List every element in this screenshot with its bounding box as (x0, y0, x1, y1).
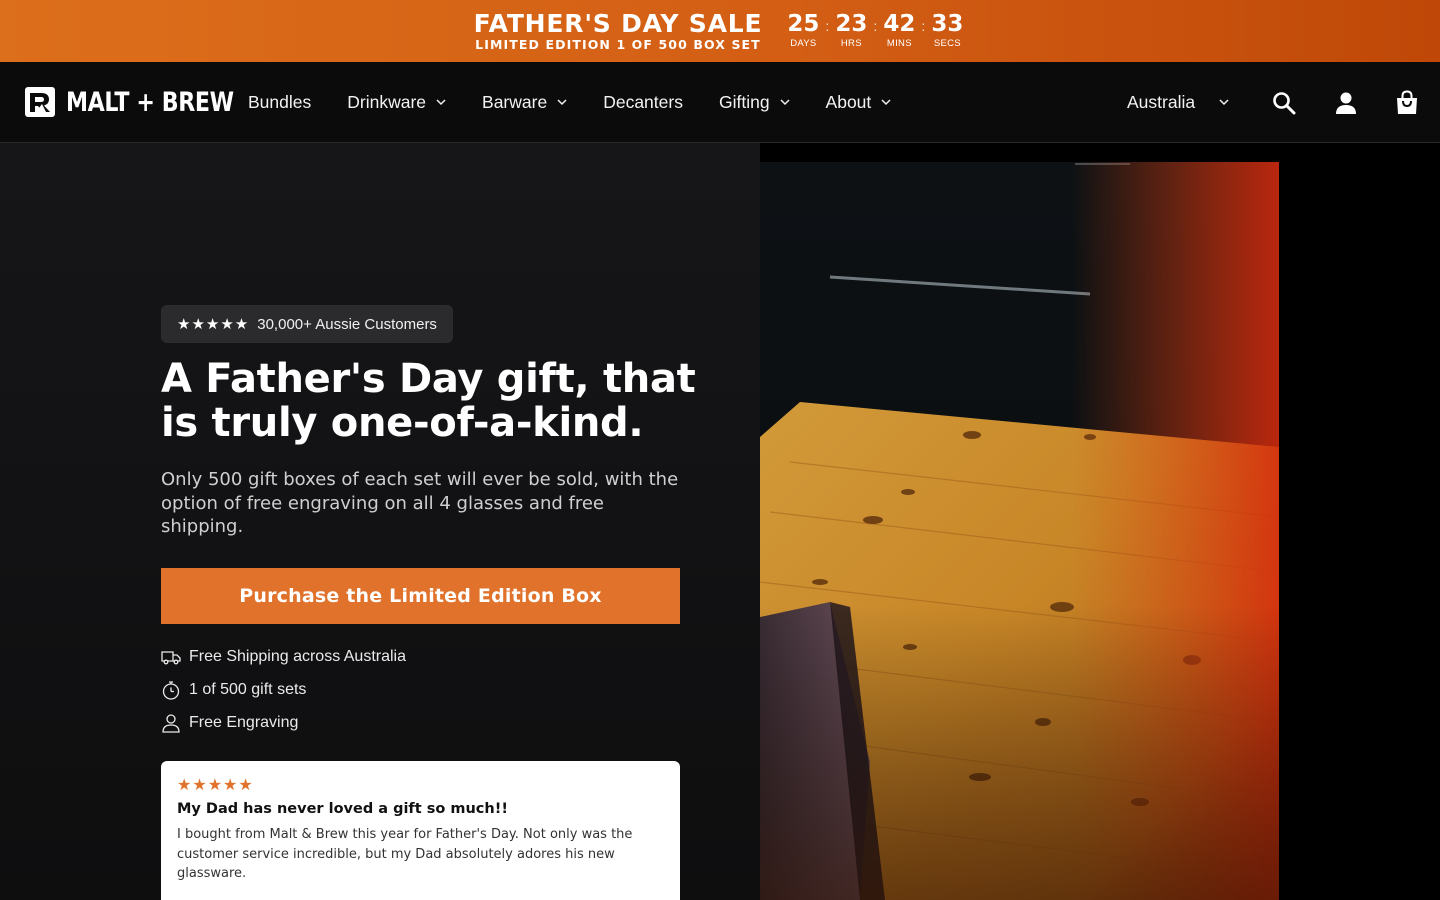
feature-list: Free Shipping across Australia 1 of 500 … (161, 640, 406, 739)
review-title: My Dad has never loved a gift so much!! (177, 801, 508, 817)
chevron-down-icon (557, 99, 567, 106)
hero-video[interactable] (760, 162, 1279, 900)
chevron-down-icon (780, 99, 790, 106)
announcement-bar: FATHER'S DAY SALE LIMITED EDITION 1 OF 5… (0, 0, 1440, 62)
countdown-seconds: 33 SECS (928, 13, 966, 49)
feature-label: Free Shipping across Australia (189, 647, 406, 665)
countdown-hours-value: 23 (835, 11, 868, 38)
countdown-separator: : (873, 18, 878, 35)
feature-label: 1 of 500 gift sets (189, 680, 307, 698)
customer-rating-badge: ★★★★★ 30,000+ Aussie Customers (161, 305, 453, 343)
countdown-days: 25 DAYS (784, 13, 822, 49)
nav-item-label: Barware (482, 91, 548, 112)
nav-item-barware[interactable]: Barware (482, 92, 567, 113)
nav-item-about[interactable]: About (826, 92, 892, 113)
brand-logo-icon (25, 87, 55, 117)
hero-headline: A Father's Day gift, that is truly one-o… (161, 356, 696, 446)
nav-item-label: Decanters (603, 91, 683, 112)
review-star-rating-icon: ★★★★★ (177, 777, 254, 794)
countdown-days-value: 25 (787, 11, 820, 38)
logo-link[interactable]: MALT + BREW (24, 86, 270, 118)
chevron-down-icon (881, 99, 891, 106)
nav-item-bundles[interactable]: Bundles (248, 92, 311, 113)
site-header: MALT + BREW Bundles Drinkware Barware De… (0, 62, 1440, 143)
person-icon (162, 713, 180, 733)
feature-label: Free Engraving (189, 713, 299, 731)
country-selector[interactable]: Australia (1127, 62, 1229, 142)
feature-item-limited: 1 of 500 gift sets (161, 673, 406, 706)
nav-item-drinkware[interactable]: Drinkware (347, 92, 446, 113)
truck-icon (161, 650, 181, 664)
countdown-timer: 25 DAYS : 23 HRS : 42 MINS : 33 SECS (784, 13, 966, 49)
main-nav: Bundles Drinkware Barware Decanters Gift… (248, 62, 927, 142)
review-card: ★★★★★ My Dad has never loved a gift so m… (161, 761, 680, 900)
hero-video-frame (760, 162, 1279, 900)
promo-subtitle: LIMITED EDITION 1 OF 500 BOX SET (475, 36, 761, 52)
countdown-minutes-value: 42 (883, 11, 916, 38)
countdown-minutes-label: MINS (886, 38, 912, 50)
purchase-button[interactable]: Purchase the Limited Edition Box (161, 568, 680, 624)
nav-item-label: About (825, 91, 872, 112)
countdown-hours: 23 HRS (832, 13, 870, 49)
nav-item-label: Gifting (718, 91, 770, 112)
countdown-seconds-value: 33 (931, 11, 964, 38)
review-body: I bought from Malt & Brew this year for … (177, 827, 633, 881)
countdown-separator: : (921, 18, 926, 35)
chevron-down-icon (436, 99, 446, 106)
countdown-minutes: 42 MINS (880, 13, 918, 49)
search-icon[interactable] (1271, 90, 1297, 116)
nav-item-label: Drinkware (347, 91, 427, 112)
star-rating-icon: ★★★★★ (177, 316, 250, 333)
countdown-days-label: DAYS (790, 38, 817, 50)
feature-item-shipping: Free Shipping across Australia (161, 640, 406, 673)
stopwatch-icon (162, 680, 180, 700)
cart-icon[interactable] (1394, 90, 1420, 116)
account-icon[interactable] (1333, 90, 1359, 116)
countdown-seconds-label: SECS (933, 38, 961, 50)
country-label: Australia (1127, 91, 1196, 112)
hero-subcopy: Only 500 gift boxes of each set will eve… (161, 469, 679, 537)
logo-text: MALT + BREW (66, 86, 234, 118)
chevron-down-icon (1219, 99, 1229, 106)
nav-item-label: Bundles (248, 91, 312, 112)
countdown-separator: : (825, 18, 830, 35)
countdown-hours-label: HRS (840, 38, 862, 50)
nav-item-decanters[interactable]: Decanters (603, 92, 683, 113)
feature-item-engraving: Free Engraving (161, 706, 406, 739)
nav-item-gifting[interactable]: Gifting (719, 92, 790, 113)
badge-text: 30,000+ Aussie Customers (257, 315, 437, 333)
promo-title: FATHER'S DAY SALE (473, 8, 763, 38)
